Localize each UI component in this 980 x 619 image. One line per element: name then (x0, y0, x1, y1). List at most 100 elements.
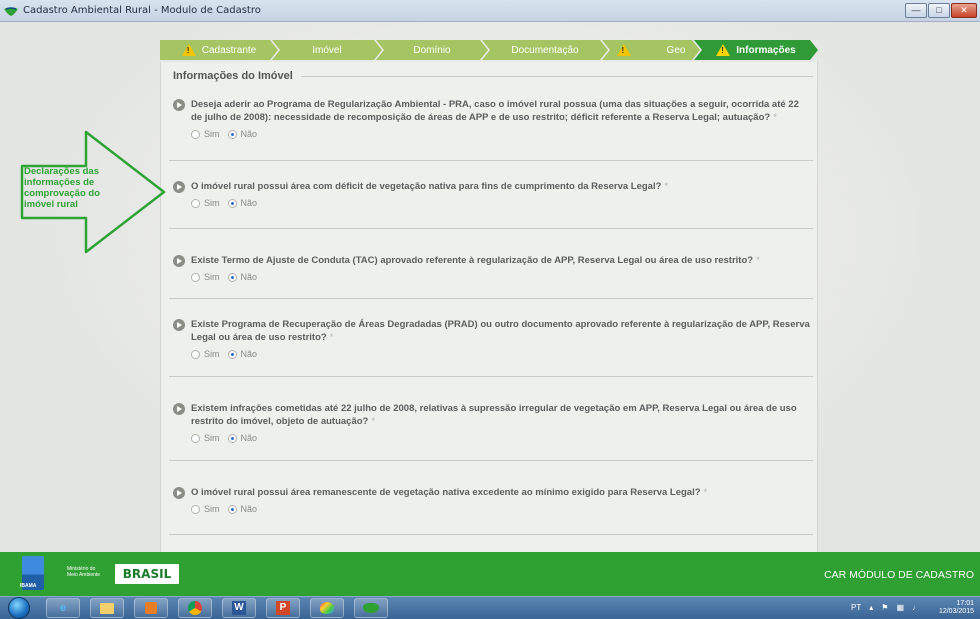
radio-sim[interactable]: Sim (191, 129, 220, 139)
ministerio-label: Ministério do Meio Ambiente (67, 566, 101, 578)
question-text: Existem infrações cometidas até 22 julho… (191, 403, 797, 427)
radio-button[interactable] (191, 198, 200, 208)
radio-nao[interactable]: Não (227, 504, 257, 514)
radio-sim[interactable]: Sim (191, 504, 220, 514)
radio-button[interactable] (227, 504, 237, 514)
warning-icon (716, 44, 730, 56)
tab-imovel[interactable]: Imóvel (272, 40, 382, 60)
radio-button[interactable] (191, 129, 200, 139)
radio-button[interactable] (191, 349, 200, 359)
radio-nao[interactable]: Não (227, 433, 257, 443)
network-icon[interactable]: ▦ (896, 603, 904, 612)
tab-label: Cadastrante (201, 44, 257, 56)
volume-icon[interactable]: ♩ (912, 603, 920, 612)
step-tabs: Cadastrante Imóvel Domínio Documentação … (160, 40, 818, 60)
brasil-logo: BRASIL (115, 564, 179, 584)
radio-nao[interactable]: Não (227, 198, 257, 208)
informacoes-panel: Informações do Imóvel Deseja aderir ao P… (160, 62, 818, 552)
question-item: Deseja aderir ao Programa de Regularizaç… (173, 98, 813, 139)
radio-button[interactable] (191, 433, 200, 443)
radio-sim[interactable]: Sim (191, 349, 220, 359)
question-text: Deseja aderir ao Programa de Regularizaç… (191, 99, 799, 123)
radio-button[interactable] (191, 504, 200, 514)
radio-button[interactable] (227, 349, 237, 359)
question-text: Existe Termo de Ajuste de Conduta (TAC) … (191, 255, 760, 266)
powerpoint-icon[interactable]: P (266, 598, 300, 618)
question-item: Existe Termo de Ajuste de Conduta (TAC) … (173, 254, 813, 282)
question-divider (169, 376, 813, 377)
radio-sim[interactable]: Sim (191, 272, 220, 282)
radio-group: Sim Não (191, 433, 813, 443)
app-module-label: CAR MÓDULO DE CADASTRO (824, 569, 974, 581)
radio-group: Sim Não (191, 129, 813, 139)
language-indicator[interactable]: PT (851, 603, 861, 612)
radio-nao[interactable]: Não (227, 349, 257, 359)
radio-sim[interactable]: Sim (191, 198, 220, 208)
radio-group: Sim Não (191, 198, 813, 208)
media-player-icon[interactable] (134, 598, 168, 618)
tab-label: Informações (736, 44, 796, 56)
close-button[interactable]: ✕ (951, 3, 977, 18)
expand-arrow-icon[interactable] (173, 99, 185, 111)
radio-button[interactable] (227, 129, 237, 139)
car-app-icon[interactable] (354, 598, 388, 618)
tab-label: Documentação (511, 44, 579, 56)
tab-geo[interactable]: Geo (602, 40, 700, 60)
radio-button[interactable] (227, 433, 237, 443)
maximize-button[interactable]: □ (928, 3, 950, 18)
file-explorer-icon[interactable] (90, 598, 124, 618)
question-divider (169, 460, 813, 461)
tab-documentacao[interactable]: Documentação (482, 40, 608, 60)
question-item: Existe Programa de Recuperação de Áreas … (173, 318, 813, 359)
tab-label: Geo (666, 44, 686, 56)
windows-start-icon[interactable] (8, 597, 30, 619)
radio-button[interactable] (227, 198, 237, 208)
minimize-button[interactable]: — (905, 3, 927, 18)
radio-nao[interactable]: Não (227, 272, 257, 282)
expand-arrow-icon[interactable] (173, 319, 185, 331)
paint-icon[interactable] (310, 598, 344, 618)
question-item: O imóvel rural possui área com déficit d… (173, 180, 813, 208)
app-logo-icon (4, 6, 18, 16)
window-titlebar: Cadastro Ambiental Rural - Modulo de Cad… (0, 0, 980, 22)
question-divider (169, 228, 813, 229)
question-divider (169, 534, 813, 535)
tab-informacoes[interactable]: Informações (694, 40, 818, 60)
flag-icon[interactable]: ⚑ (881, 603, 888, 612)
ibama-label: IBAMA (20, 583, 37, 589)
expand-arrow-icon[interactable] (173, 181, 185, 193)
chevron-up-icon[interactable]: ▴ (869, 603, 873, 612)
system-tray: PT ▴ ⚑ ▦ ♩ (851, 603, 920, 612)
section-title: Informações do Imóvel (173, 70, 301, 82)
expand-arrow-icon[interactable] (173, 255, 185, 267)
question-text: O imóvel rural possui área remanescente … (191, 487, 708, 498)
radio-sim[interactable]: Sim (191, 433, 220, 443)
word-icon[interactable]: W (222, 598, 256, 618)
radio-nao[interactable]: Não (227, 129, 257, 139)
question-divider (169, 298, 813, 299)
radio-button[interactable] (227, 272, 237, 282)
question-text: O imóvel rural possui área com déficit d… (191, 181, 669, 192)
expand-arrow-icon[interactable] (173, 487, 185, 499)
expand-arrow-icon[interactable] (173, 403, 185, 415)
tab-cadastrante[interactable]: Cadastrante (160, 40, 278, 60)
question-text: Existe Programa de Recuperação de Áreas … (191, 319, 810, 343)
tab-label: Domínio (413, 44, 451, 56)
callout-text: Declarações das informações de comprovaç… (24, 166, 101, 210)
windows-taskbar: e W P PT ▴ ⚑ ▦ ♩ 17:01 12/03/2015 (0, 596, 980, 619)
warning-icon (182, 44, 196, 56)
question-item: O imóvel rural possui área remanescente … (173, 486, 813, 514)
chrome-icon[interactable] (178, 598, 212, 618)
section-divider (291, 76, 813, 77)
question-divider (169, 160, 813, 161)
footer-bar: IBAMA Ministério do Meio Ambiente BRASIL… (0, 552, 980, 596)
internet-explorer-icon[interactable]: e (46, 598, 80, 618)
radio-group: Sim Não (191, 349, 813, 359)
clock[interactable]: 17:01 12/03/2015 (939, 600, 974, 616)
question-item: Existem infrações cometidas até 22 julho… (173, 402, 813, 443)
radio-button[interactable] (191, 272, 200, 282)
warning-icon (617, 44, 631, 56)
tab-dominio[interactable]: Domínio (376, 40, 488, 60)
window-title: Cadastro Ambiental Rural - Modulo de Cad… (23, 5, 261, 16)
radio-group: Sim Não (191, 272, 813, 282)
